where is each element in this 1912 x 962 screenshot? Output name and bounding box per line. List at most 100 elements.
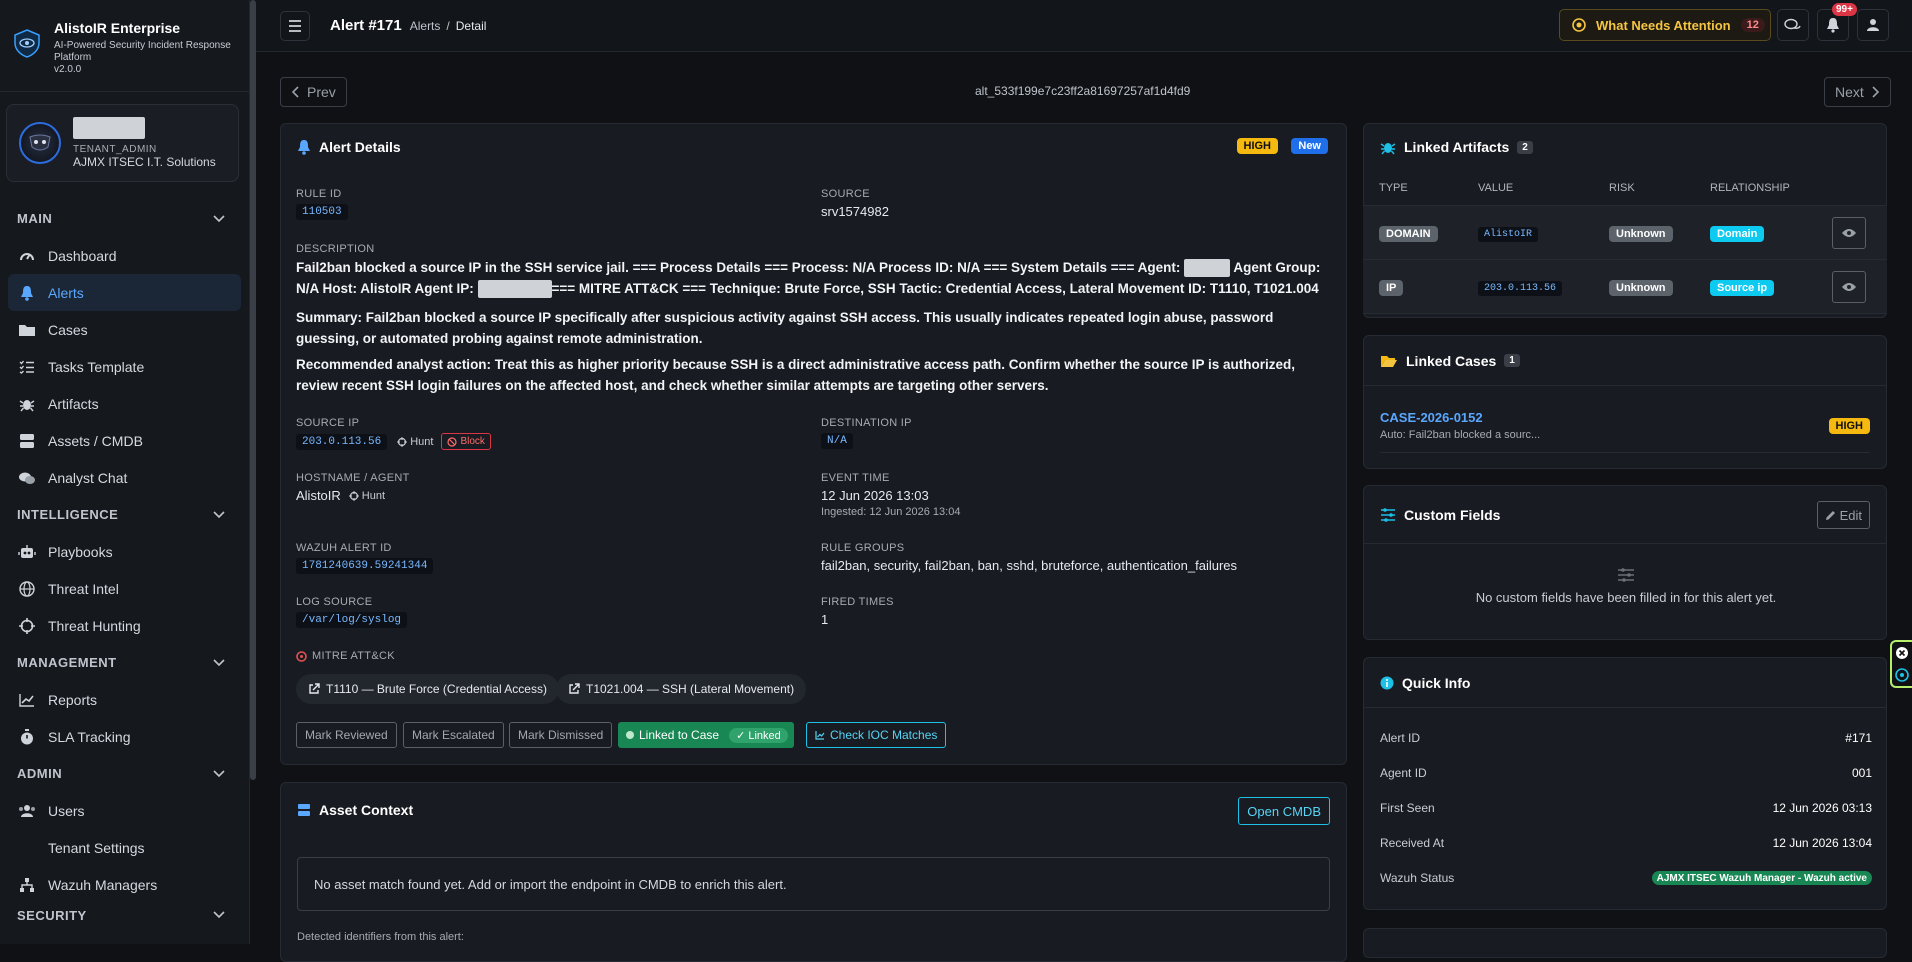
sidebar-item-alerts[interactable]: Alerts bbox=[8, 274, 241, 311]
folder-open-icon bbox=[1380, 354, 1398, 368]
nav-section-main[interactable]: MAIN bbox=[0, 200, 249, 237]
view-artifact-button[interactable] bbox=[1832, 216, 1866, 249]
external-link-icon bbox=[309, 683, 320, 694]
hostname-field: HOSTNAME / AGENT AlistoIR Hunt bbox=[296, 472, 410, 503]
sidebar-item-cases[interactable]: Cases bbox=[8, 311, 241, 348]
mark-dismissed-button[interactable]: Mark Dismissed bbox=[509, 722, 613, 748]
robot-icon bbox=[18, 544, 36, 559]
sidebar-item-users[interactable]: Users bbox=[8, 792, 241, 829]
floating-widget[interactable] bbox=[1890, 640, 1912, 688]
eye-icon bbox=[1842, 282, 1856, 291]
sidebar-item-label: Tenant Settings bbox=[48, 839, 145, 856]
sidebar-item-label: Users bbox=[48, 802, 85, 819]
hunt-label: Hunt bbox=[361, 489, 386, 502]
chat-button[interactable] bbox=[1777, 9, 1809, 41]
mitre-technique-label: T1110 — Brute Force (Credential Access) bbox=[326, 682, 547, 696]
chevron-down-icon bbox=[213, 911, 225, 919]
col-relationship: RELATIONSHIP bbox=[1710, 181, 1790, 194]
globe-icon bbox=[18, 580, 36, 597]
sidebar-item-reports[interactable]: Reports bbox=[8, 681, 241, 718]
attention-label: What Needs Attention bbox=[1596, 17, 1731, 33]
artifact-risk-badge: Unknown bbox=[1609, 225, 1673, 242]
source-ip-value[interactable]: 203.0.113.56 bbox=[296, 433, 388, 450]
menu-toggle-button[interactable] bbox=[280, 10, 310, 41]
open-cmdb-button[interactable]: Open CMDB bbox=[1238, 797, 1330, 825]
linked-artifacts-table: TYPE VALUE RISK RELATIONSHIP DOMAIN Alis… bbox=[1363, 170, 1887, 314]
quick-info-value: 12 Jun 2026 13:04 bbox=[1772, 836, 1872, 850]
alert-uid: alt_533f199e7c23ff2a81697257af1d4fd9 bbox=[975, 84, 1191, 98]
sidebar-item-label: Reports bbox=[48, 691, 98, 708]
status-badge: New bbox=[1291, 138, 1328, 154]
server-icon bbox=[297, 803, 311, 817]
crosshair-icon bbox=[18, 617, 36, 634]
prev-button[interactable]: Prev bbox=[280, 77, 347, 107]
destination-ip-field: DESTINATION IP N/A bbox=[821, 417, 912, 449]
nav-section-title: MANAGEMENT bbox=[17, 655, 117, 670]
bug-icon bbox=[18, 396, 36, 412]
stopwatch-icon bbox=[18, 728, 36, 745]
alert-details-header: Alert Details HIGH New bbox=[281, 124, 1346, 170]
attention-count: 12 bbox=[1740, 18, 1765, 32]
mark-escalated-button[interactable]: Mark Escalated bbox=[403, 722, 504, 748]
wazuh-alert-id-label: WAZUH ALERT ID bbox=[296, 542, 392, 554]
edit-custom-fields-button[interactable]: Edit bbox=[1816, 501, 1870, 529]
user-icon bbox=[1867, 19, 1879, 31]
nav-section-security[interactable]: SECURITY bbox=[0, 903, 249, 927]
nav-section-intelligence[interactable]: INTELLIGENCE bbox=[0, 496, 249, 533]
mark-reviewed-button[interactable]: Mark Reviewed bbox=[296, 722, 397, 748]
linked-cases-header: Linked Cases 1 bbox=[1364, 336, 1886, 386]
col-risk: RISK bbox=[1609, 181, 1635, 194]
view-artifact-button[interactable] bbox=[1832, 270, 1866, 303]
chevron-left-icon bbox=[291, 86, 299, 98]
linked-case-item[interactable]: CASE-2026-0152 Auto: Fail2ban blocked a … bbox=[1380, 410, 1540, 441]
source-label: SOURCE bbox=[821, 188, 870, 200]
mitre-technique-t1110[interactable]: T1110 — Brute Force (Credential Access) bbox=[296, 674, 559, 704]
app-version: v2.0.0 bbox=[54, 64, 82, 75]
close-icon[interactable] bbox=[1895, 646, 1909, 660]
prev-label: Prev bbox=[307, 84, 336, 100]
block-ip-button[interactable]: Block bbox=[441, 433, 491, 450]
sidebar-item-analyst-chat[interactable]: Analyst Chat bbox=[8, 459, 241, 496]
sidebar-item-playbooks[interactable]: Playbooks bbox=[8, 533, 241, 570]
sidebar-item-dashboard[interactable]: Dashboard bbox=[8, 237, 241, 274]
bell-icon bbox=[297, 139, 311, 155]
sidebar-item-label: Threat Hunting bbox=[48, 617, 141, 634]
case-id-link[interactable]: CASE-2026-0152 bbox=[1380, 410, 1540, 425]
hunt-host-button[interactable]: Hunt bbox=[348, 489, 386, 502]
hunt-source-ip-button[interactable]: Hunt bbox=[397, 436, 433, 448]
network-icon bbox=[18, 877, 36, 893]
user-menu-button[interactable] bbox=[1857, 9, 1889, 41]
what-needs-attention-button[interactable]: What Needs Attention 12 bbox=[1559, 9, 1771, 41]
sidebar-item-tasks-template[interactable]: Tasks Template bbox=[8, 348, 241, 385]
card-title: Custom Fields bbox=[1404, 506, 1501, 523]
rule-groups-label: RULE GROUPS bbox=[821, 542, 905, 554]
nav-section-management[interactable]: MANAGEMENT bbox=[0, 644, 249, 681]
sidebar-item-threat-intel[interactable]: Threat Intel bbox=[8, 570, 241, 607]
app-subtitle: AI-Powered Security Incident Response Pl… bbox=[54, 40, 231, 63]
chart-line-icon bbox=[18, 693, 36, 707]
sidebar-scrollbar[interactable] bbox=[250, 0, 256, 780]
check-ioc-matches-button[interactable]: Check IOC Matches bbox=[806, 722, 947, 748]
sidebar-item-threat-hunting[interactable]: Threat Hunting bbox=[8, 607, 241, 644]
linked-to-case-button[interactable]: Linked to Case ✓ Linked bbox=[618, 722, 794, 748]
artifact-value: 203.0.113.56 bbox=[1478, 281, 1563, 296]
sidebar-item-sla-tracking[interactable]: SLA Tracking bbox=[8, 718, 241, 755]
sidebar-item-tenant-settings[interactable]: Tenant Settings bbox=[8, 829, 241, 866]
rule-id-value: 110503 bbox=[296, 204, 348, 220]
sidebar-item-artifacts[interactable]: Artifacts bbox=[8, 385, 241, 422]
list-check-icon bbox=[18, 360, 36, 374]
mitre-technique-t1021-004[interactable]: T1021.004 — SSH (Lateral Movement) bbox=[556, 674, 807, 704]
sidebar-item-wazuh-managers[interactable]: Wazuh Managers bbox=[8, 866, 241, 903]
source-ip-label: SOURCE IP bbox=[296, 417, 360, 429]
quick-info-key: Wazuh Status bbox=[1380, 871, 1455, 885]
notification-badge: 99+ bbox=[1832, 3, 1857, 16]
nav-section-admin[interactable]: ADMIN bbox=[0, 755, 249, 792]
user-card[interactable]: TENANT_ADMIN AJMX ITSEC I.T. Solutions bbox=[6, 104, 239, 182]
quick-info-row: Alert ID #171 bbox=[1380, 731, 1872, 745]
redacted-agent-ip bbox=[477, 280, 552, 299]
next-button[interactable]: Next bbox=[1824, 77, 1891, 107]
breadcrumb-alerts[interactable]: Alerts bbox=[410, 19, 441, 33]
sidebar-item-assets-cmdb[interactable]: Assets / CMDB bbox=[8, 422, 241, 459]
assistant-icon[interactable] bbox=[1895, 668, 1909, 682]
notifications-button[interactable]: 99+ bbox=[1817, 3, 1857, 41]
